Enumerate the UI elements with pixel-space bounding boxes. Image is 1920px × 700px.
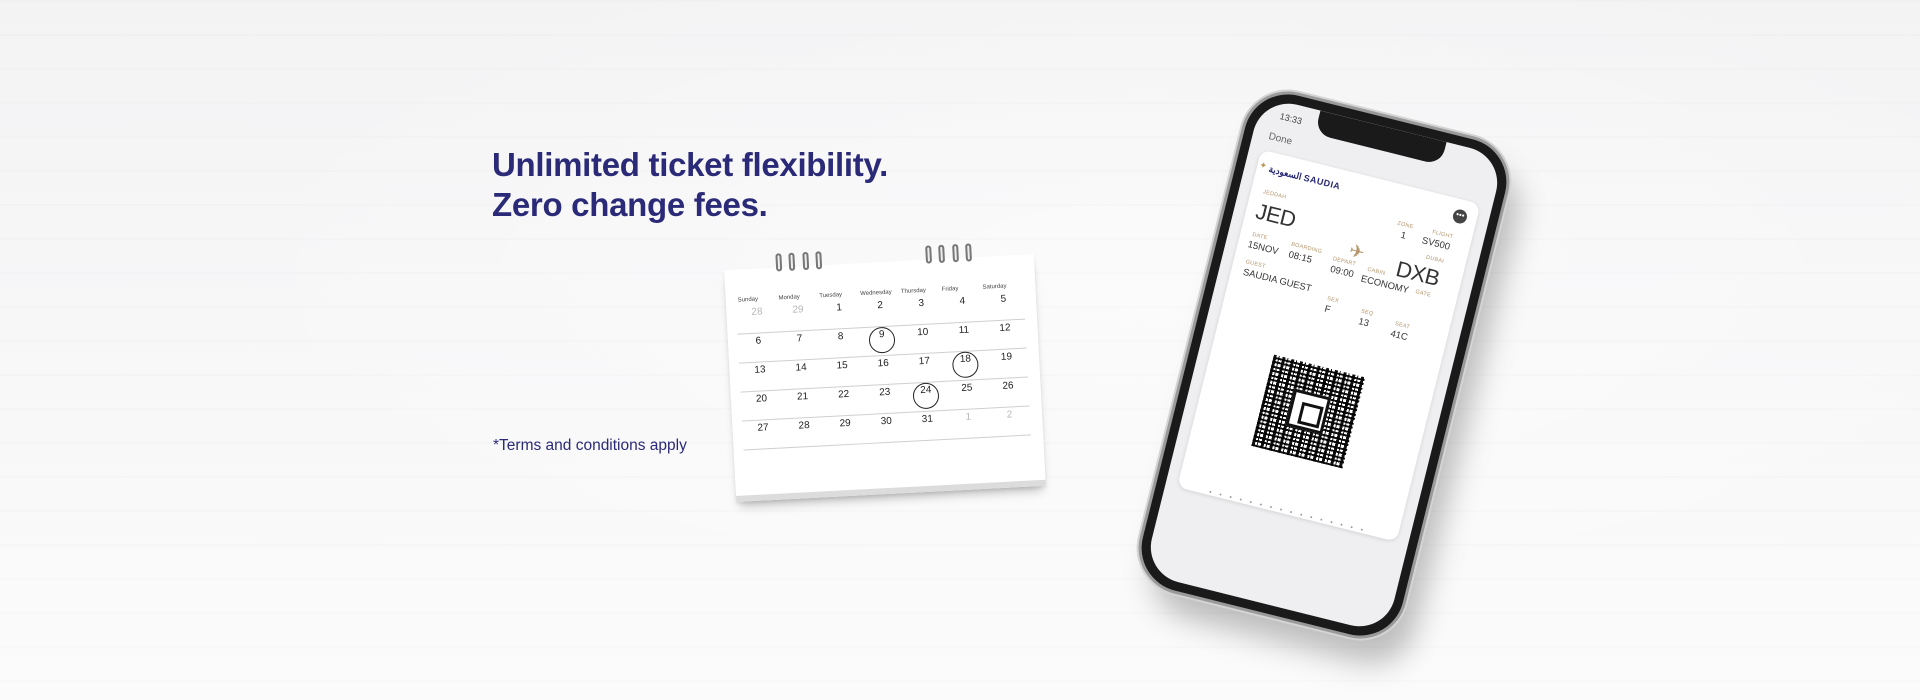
calendar-day: 14 xyxy=(780,359,823,391)
calendar-day: 18 xyxy=(944,350,988,382)
calendar-day: 12 xyxy=(984,319,1027,351)
gate-label: GATE xyxy=(1414,289,1432,299)
airline-name-arabic: السعودية xyxy=(1267,163,1303,182)
date-value: 15NOV xyxy=(1246,239,1280,258)
calendar-day: 17 xyxy=(903,352,946,384)
calendar-day: 30 xyxy=(865,412,908,445)
boarding-barcode xyxy=(1251,354,1366,469)
calendar-day: 6 xyxy=(737,332,781,364)
calendar-weekday: Monday xyxy=(778,294,801,302)
calendar-day: 7 xyxy=(778,330,822,362)
calendar-day: 1 xyxy=(818,299,861,331)
calendar-weekday: Wednesday xyxy=(859,289,892,298)
calendar-day: 22 xyxy=(822,386,866,418)
calendar-rings-right xyxy=(925,243,972,264)
calendar-day: 8 xyxy=(819,328,863,360)
calendar-day: 29 xyxy=(824,415,867,447)
ellipsis-icon: ••• xyxy=(1451,207,1469,225)
calendar-day: 2 xyxy=(988,406,1032,438)
calendar-day: 23 xyxy=(863,383,907,416)
calendar-day: 26 xyxy=(987,377,1030,409)
calendar-day: 24 xyxy=(904,381,948,413)
calendar-day: 1 xyxy=(947,408,991,440)
zone-value: 1 xyxy=(1399,229,1408,242)
promo-headline: Unlimited ticket flexibility. Zero chang… xyxy=(492,145,888,225)
calendar-day: 2 xyxy=(859,297,902,329)
headline-line-1: Unlimited ticket flexibility. xyxy=(492,146,888,183)
calendar-weekday: Thursday xyxy=(900,287,927,296)
status-time: 13:33 xyxy=(1278,111,1304,127)
calendar-grid: 28 29 1 2 3 4 5 6 7 8 9 10 11 12 13 14 15 16 17 18 19 20 21 22 2… xyxy=(736,290,1032,451)
calendar-day: 28 xyxy=(783,417,826,449)
calendar-day: 20 xyxy=(740,390,784,422)
calendar-weekday: Friday xyxy=(941,286,959,293)
done-button: Done xyxy=(1267,130,1294,148)
calendar-day: 9 xyxy=(860,326,904,358)
calendar-day: 5 xyxy=(982,290,1026,322)
calendar-weekday: Saturday xyxy=(982,283,1007,291)
calendar-day: 10 xyxy=(901,323,945,356)
calendar-day: 15 xyxy=(821,357,864,389)
calendar-day: 11 xyxy=(942,321,986,353)
page-indicator: • • • • • • • • • • • • • • • • xyxy=(1208,489,1367,535)
barcode-finder xyxy=(1285,388,1332,435)
desk-calendar: Sunday Monday Tuesday Wednesday Thursday Frid… xyxy=(724,243,1046,502)
calendar-day: 29 xyxy=(777,301,820,333)
calendar-day: 16 xyxy=(862,355,905,387)
airline-logo: السعودية SAUDIA xyxy=(1267,163,1342,192)
calendar-day: 13 xyxy=(739,361,782,393)
calendar-page: Sunday Monday Tuesday Wednesday Thursday Frid… xyxy=(724,243,1046,502)
calendar-weekday: Tuesday xyxy=(819,292,843,300)
calendar-day: 25 xyxy=(945,379,989,411)
seq-value: 13 xyxy=(1357,316,1371,330)
calendar-day: 27 xyxy=(742,419,785,451)
calendar-day: 3 xyxy=(900,294,943,327)
origin-label: JEDDAH xyxy=(1262,189,1287,201)
calendar-day: 19 xyxy=(985,348,1029,380)
headline-line-2: Zero change fees. xyxy=(492,186,768,223)
seat-value: 41C xyxy=(1389,328,1409,344)
sex-value: F xyxy=(1323,303,1332,316)
calendar-day: 4 xyxy=(941,292,985,324)
zone-label: ZONE xyxy=(1396,220,1415,231)
guest-value: SAUDIA GUEST xyxy=(1241,266,1313,295)
calendar-weekday: Sunday xyxy=(737,296,759,304)
terms-note: *Terms and conditions apply xyxy=(493,437,687,454)
calendar-day: 31 xyxy=(906,410,950,442)
airline-name: SAUDIA xyxy=(1302,172,1342,192)
calendar-day: 21 xyxy=(781,388,825,420)
origin-code: JED xyxy=(1253,198,1299,233)
saudia-emblem-icon: ✦ xyxy=(1258,159,1269,172)
calendar-day: 28 xyxy=(736,303,779,335)
calendar-rings-left xyxy=(775,251,823,272)
